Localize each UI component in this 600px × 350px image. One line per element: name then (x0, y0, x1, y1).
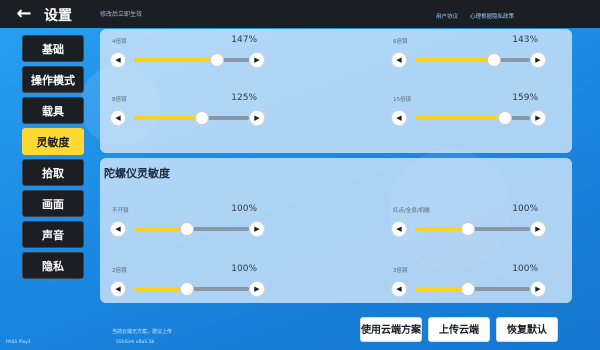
upload-cloud-button[interactable]: 上传云端 (428, 317, 490, 342)
decrease-button[interactable]: ◀ (110, 110, 126, 126)
increase-button[interactable]: ▶ (530, 110, 546, 126)
slider-fill (415, 116, 505, 120)
scope-sensitivity-panel: 4倍镜 147% ◀ ▶ 6倍镜 143% ◀ ▶ 8倍镜 125% ◀ ▶ 1… (100, 29, 572, 153)
slider-label: 不开镜 (112, 208, 129, 214)
decrease-button[interactable]: ◀ (391, 221, 407, 237)
increase-button[interactable]: ▶ (249, 52, 265, 68)
slider-track[interactable] (415, 282, 530, 296)
increase-button[interactable]: ▶ (530, 221, 546, 237)
slider-8x: 8倍镜 125% ◀ ▶ (100, 93, 275, 133)
slider-label: 15倍镜 (393, 97, 411, 103)
slider-6x: 6倍镜 143% ◀ ▶ (381, 35, 556, 75)
arrow-left-icon: ← (16, 3, 32, 24)
sidebar: 基础 操作模式 载具 灵敏度 拾取 画面 声音 隐私 (22, 35, 84, 283)
restore-default-button[interactable]: 恢复默认 (496, 317, 558, 342)
decrease-button[interactable]: ◀ (110, 52, 126, 68)
slider-3x: 3倍镜 100% ◀ ▶ (381, 264, 556, 304)
section-title: 陀螺仪灵敏度 (104, 167, 170, 180)
sidebar-item-privacy[interactable]: 隐私 (22, 252, 84, 279)
slider-value: 159% (512, 93, 538, 103)
decrease-button[interactable]: ◀ (391, 52, 407, 68)
slider-fill (134, 227, 187, 231)
apply-hint: 修改后立即生效 (100, 11, 143, 18)
slider-fill (134, 287, 187, 291)
slider-fill (134, 58, 217, 62)
slider-label: 2倍镜 (112, 268, 127, 274)
page-title: 设置 (44, 8, 72, 24)
back-button[interactable]: ← (4, 3, 44, 25)
sidebar-item-basic[interactable]: 基础 (22, 35, 84, 62)
slider-track[interactable] (134, 282, 249, 296)
slider-value: 100% (512, 204, 538, 214)
slider-knob[interactable] (460, 282, 475, 296)
slider-label: 6倍镜 (393, 39, 408, 45)
increase-button[interactable]: ▶ (249, 281, 265, 297)
slider-track[interactable] (134, 111, 249, 125)
version-text: PASS Play1 (6, 340, 31, 345)
slider-track[interactable] (415, 222, 530, 236)
slider-label: 4倍镜 (112, 39, 127, 45)
use-cloud-plan-button[interactable]: 使用云端方案 (360, 317, 422, 342)
sidebar-item-sound[interactable]: 声音 (22, 221, 84, 248)
sidebar-item-control-mode[interactable]: 操作模式 (22, 66, 84, 93)
slider-no-scope: 不开镜 100% ◀ ▶ (100, 204, 275, 244)
user-agreement-link[interactable]: 用户协议 (436, 12, 458, 20)
slider-label: 3倍镜 (393, 268, 408, 274)
slider-fill (134, 116, 202, 120)
slider-knob[interactable] (460, 222, 475, 236)
slider-15x: 15倍镜 159% ◀ ▶ (381, 93, 556, 133)
slider-4x: 4倍镜 147% ◀ ▶ (100, 35, 275, 75)
slider-track[interactable] (415, 53, 530, 67)
slider-red-dot: 红点/全息/机瞄 100% ◀ ▶ (381, 204, 556, 244)
slider-value: 125% (231, 93, 257, 103)
sidebar-item-vehicle[interactable]: 载具 (22, 97, 84, 124)
slider-label: 红点/全息/机瞄 (393, 208, 430, 214)
decrease-button[interactable]: ◀ (110, 221, 126, 237)
sidebar-item-graphics[interactable]: 画面 (22, 190, 84, 217)
slider-value: 100% (512, 264, 538, 274)
slider-knob[interactable] (179, 222, 194, 236)
decrease-button[interactable]: ◀ (391, 281, 407, 297)
slider-value: 147% (231, 35, 257, 45)
privacy-link[interactable]: 心理根据隐私政策 (470, 12, 514, 20)
increase-button[interactable]: ▶ (530, 281, 546, 297)
slider-value: 100% (231, 264, 257, 274)
slider-track[interactable] (134, 53, 249, 67)
cloud-hint: 当前云端无方案，建议上传 (112, 329, 173, 335)
increase-button[interactable]: ▶ (249, 221, 265, 237)
increase-button[interactable]: ▶ (530, 52, 546, 68)
slider-fill (415, 287, 468, 291)
increase-button[interactable]: ▶ (249, 110, 265, 126)
top-bar: ← 设置 修改后立即生效 用户协议 心理根据隐私政策 (0, 0, 600, 28)
slider-value: 143% (512, 35, 538, 45)
slider-track[interactable] (134, 222, 249, 236)
build-text: SShSinh aBaS Sb (116, 340, 155, 345)
slider-fill (415, 227, 468, 231)
decrease-button[interactable]: ◀ (110, 281, 126, 297)
slider-knob[interactable] (487, 53, 502, 67)
decrease-button[interactable]: ◀ (391, 110, 407, 126)
slider-fill (415, 58, 495, 62)
sidebar-item-pickup[interactable]: 拾取 (22, 159, 84, 186)
gyroscope-sensitivity-panel: 陀螺仪灵敏度 不开镜 100% ◀ ▶ 红点/全息/机瞄 100% ◀ ▶ 2倍… (100, 158, 572, 303)
slider-knob[interactable] (497, 111, 512, 125)
slider-value: 100% (231, 204, 257, 214)
sidebar-item-sensitivity[interactable]: 灵敏度 (22, 128, 84, 155)
slider-knob[interactable] (179, 282, 194, 296)
slider-track[interactable] (415, 111, 530, 125)
slider-knob[interactable] (194, 111, 209, 125)
slider-label: 8倍镜 (112, 97, 127, 103)
slider-2x: 2倍镜 100% ◀ ▶ (100, 264, 275, 304)
slider-knob[interactable] (209, 53, 224, 67)
